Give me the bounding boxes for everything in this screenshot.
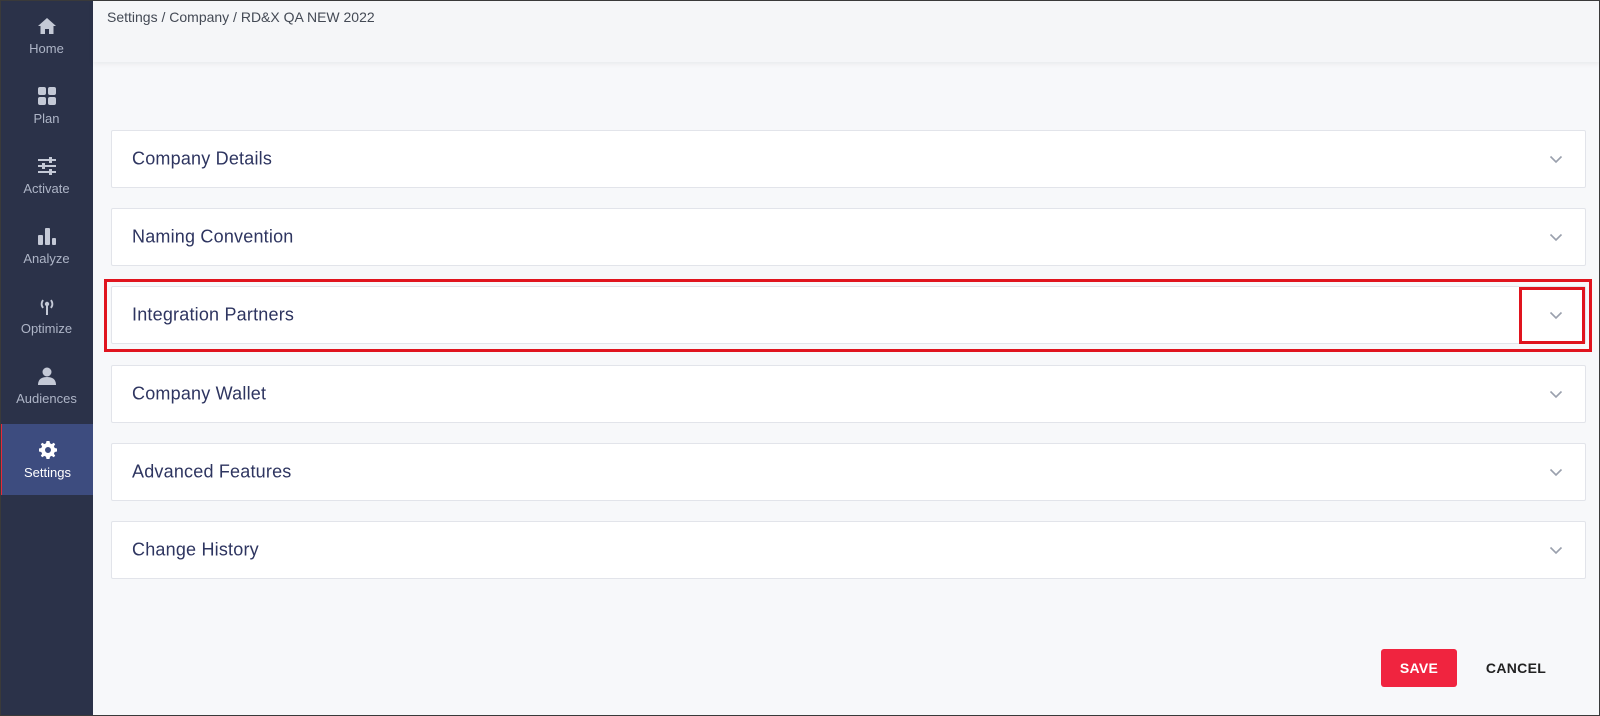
sidebar-item-label: Audiences xyxy=(16,391,77,406)
chevron-down-icon[interactable] xyxy=(1548,229,1564,245)
section-advanced-features[interactable]: Advanced Features xyxy=(111,443,1586,501)
sidebar-item-label: Plan xyxy=(33,111,60,126)
gear-icon xyxy=(37,439,59,461)
section-title: Company Details xyxy=(132,148,273,169)
section-title: Advanced Features xyxy=(132,461,292,482)
home-icon xyxy=(36,15,58,37)
save-button[interactable]: SAVE xyxy=(1381,649,1457,687)
sidebar-item-label: Activate xyxy=(23,181,70,196)
section-title: Company Wallet xyxy=(132,383,267,404)
section-title: Integration Partners xyxy=(132,304,295,325)
broadcast-icon xyxy=(36,295,58,317)
sidebar-item-label: Optimize xyxy=(20,321,73,336)
person-icon xyxy=(36,365,58,387)
sidebar-item-settings[interactable]: Settings xyxy=(0,424,93,495)
chevron-down-icon[interactable] xyxy=(1548,542,1564,558)
section-change-history[interactable]: Change History xyxy=(111,521,1586,579)
bar-chart-icon xyxy=(36,225,58,247)
sidebar-item-plan[interactable]: Plan xyxy=(0,70,93,141)
sidebar-item-home[interactable]: Home xyxy=(0,0,93,71)
page-header: Settings / Company / RD&X QA NEW 2022 xyxy=(93,0,1600,62)
grid-icon xyxy=(36,85,58,107)
chevron-down-icon[interactable] xyxy=(1548,386,1564,402)
chevron-down-icon[interactable] xyxy=(1548,464,1564,480)
chevron-down-icon[interactable] xyxy=(1548,151,1564,167)
sliders-icon xyxy=(36,155,58,177)
cancel-button[interactable]: CANCEL xyxy=(1474,649,1558,687)
sidebar-item-activate[interactable]: Activate xyxy=(0,140,93,211)
section-title: Change History xyxy=(132,539,259,560)
screenshot-frame xyxy=(0,0,1600,716)
section-naming-convention[interactable]: Naming Convention xyxy=(111,208,1586,266)
sidebar-item-optimize[interactable]: Optimize xyxy=(0,280,93,351)
sidebar-item-label: Settings xyxy=(24,465,71,480)
sidebar-item-analyze[interactable]: Analyze xyxy=(0,210,93,281)
breadcrumb: Settings / Company / RD&X QA NEW 2022 xyxy=(107,9,375,25)
section-company-details[interactable]: Company Details xyxy=(111,130,1586,188)
section-title: Naming Convention xyxy=(132,226,294,247)
section-company-wallet[interactable]: Company Wallet xyxy=(111,365,1586,423)
sidebar-item-label: Home xyxy=(29,41,64,56)
chevron-down-icon[interactable] xyxy=(1548,307,1564,323)
sidebar-nav: Home Plan Activate Analyze Optimize Audi… xyxy=(0,0,93,716)
section-integration-partners[interactable]: Integration Partners xyxy=(111,286,1586,344)
sidebar-item-audiences[interactable]: Audiences xyxy=(0,350,93,421)
sidebar-item-label: Analyze xyxy=(23,251,70,266)
